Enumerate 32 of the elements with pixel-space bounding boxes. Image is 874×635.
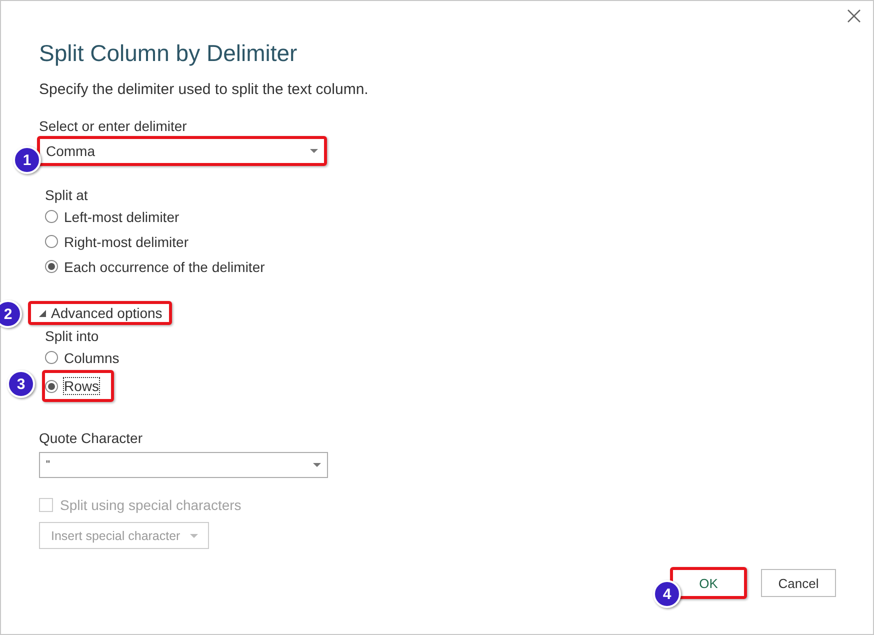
- step-badge: 3: [7, 370, 35, 398]
- field-label: Select or enter delimiter: [39, 117, 187, 135]
- step-badge: 2: [0, 300, 22, 328]
- caret-icon: [190, 534, 198, 538]
- group-label: Split into: [45, 327, 99, 345]
- dropdown-value: ": [46, 459, 50, 471]
- close-icon[interactable]: [847, 9, 861, 23]
- caret-icon: [310, 149, 318, 153]
- radio-option[interactable]: Each occurrence of the delimiter: [45, 254, 265, 279]
- radio-button[interactable]: [45, 235, 58, 248]
- radio-option[interactable]: Right-most delimiter: [45, 229, 188, 254]
- dialog-button[interactable]: OK: [670, 567, 747, 599]
- step-badge: 1: [13, 146, 41, 174]
- description-text: Specify the delimiter used to split the text column.: [39, 81, 368, 98]
- caret-icon: [313, 463, 321, 467]
- radio-option[interactable]: Columns: [45, 345, 120, 370]
- advanced-options-toggle[interactable]: Advanced options: [28, 301, 172, 325]
- triangle-icon: [39, 310, 46, 316]
- dialog-title: Split Column by Delimiter: [39, 39, 298, 68]
- quote-dropdown[interactable]: ": [39, 452, 328, 478]
- radio-button[interactable]: [45, 260, 58, 273]
- field-label: Quote Character: [39, 429, 142, 447]
- radio-option[interactable]: Left-most delimiter: [45, 204, 180, 229]
- dialog-button[interactable]: Cancel: [761, 569, 836, 597]
- radio-button[interactable]: [45, 380, 58, 392]
- radio-button[interactable]: [45, 210, 58, 223]
- radio-option[interactable]: Rows: [42, 370, 114, 402]
- group-label: Split at: [45, 186, 88, 204]
- dropdown-value: Comma: [46, 143, 96, 159]
- radio-button[interactable]: [45, 351, 58, 364]
- delimiter-dropdown[interactable]: Comma: [40, 139, 324, 163]
- step-badge: 4: [653, 580, 681, 608]
